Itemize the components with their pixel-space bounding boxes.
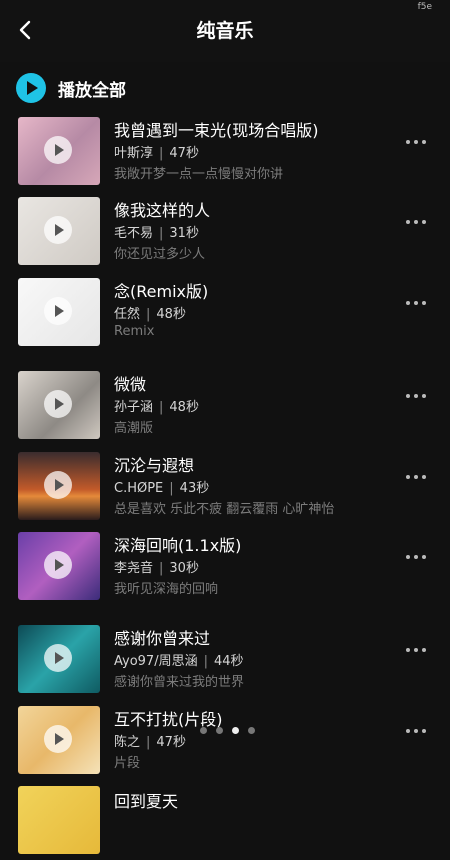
track-artist: Ayo97/周思涵 — [114, 654, 198, 669]
track-description: 片段 — [114, 756, 141, 771]
track-item[interactable]: 深海回响(1.1x版) 李尧音 | 30秒 我听见深海的回响 — [0, 532, 450, 606]
play-icon — [44, 136, 72, 164]
play-all-button[interactable]: 播放全部 — [16, 72, 126, 104]
play-icon — [44, 297, 72, 325]
track-duration: 47秒 — [169, 146, 199, 161]
track-item[interactable]: 互不打扰(片段) 陈之 | 47秒 片段 — [0, 706, 450, 780]
play-icon — [44, 644, 72, 672]
track-title: 像我这样的人 — [114, 201, 211, 220]
track-meta: 叶斯淳 | 47秒 — [114, 146, 199, 161]
track-meta: 任然 | 48秒 — [114, 307, 186, 322]
page-dot[interactable] — [216, 727, 223, 734]
page-dot-active[interactable] — [232, 727, 239, 734]
album-cover — [18, 371, 100, 439]
album-cover — [18, 117, 100, 185]
track-duration: 44秒 — [213, 654, 244, 669]
track-duration: 31秒 — [169, 226, 199, 241]
play-circle-icon — [16, 73, 46, 103]
more-options-button[interactable] — [406, 645, 430, 655]
track-description: 高潮版 — [114, 421, 154, 436]
track-artist: 毛不易 — [114, 226, 154, 241]
more-options-button[interactable] — [406, 298, 430, 308]
play-icon — [44, 471, 72, 499]
more-options-button[interactable] — [406, 472, 430, 482]
play-icon — [44, 216, 72, 244]
track-description: Remix — [114, 324, 155, 339]
track-duration: 30秒 — [169, 561, 199, 576]
track-description: 我敞开梦一点一点慢慢对你讲 — [114, 167, 284, 182]
album-cover — [18, 197, 100, 265]
page-indicator — [200, 727, 255, 734]
track-item[interactable]: 回到夏天 — [0, 786, 450, 860]
track-title: 深海回响(1.1x版) — [114, 536, 242, 555]
more-options-button[interactable] — [406, 726, 430, 736]
more-options-button[interactable] — [406, 391, 430, 401]
track-meta: 陈之 | 47秒 — [114, 735, 186, 750]
album-cover — [18, 532, 100, 600]
play-all-label: 播放全部 — [58, 80, 126, 101]
track-description: 总是喜欢 乐此不疲 翻云覆雨 心旷神怡 — [114, 502, 335, 517]
track-meta: 李尧音 | 30秒 — [114, 561, 199, 576]
track-item[interactable]: 我曾遇到一束光(现场合唱版) 叶斯淳 | 47秒 我敞开梦一点一点慢慢对你讲 — [0, 117, 450, 191]
album-cover — [18, 452, 100, 520]
play-icon — [44, 551, 72, 579]
track-item[interactable]: 感谢你曾来过 Ayo97/周思涵 | 44秒 感谢你曾来过我的世界 — [0, 625, 450, 699]
track-meta: 孙子涵 | 48秒 — [114, 400, 199, 415]
play-icon — [44, 390, 72, 418]
track-item[interactable]: 沉沦与遐想 C.HØPE | 43秒 总是喜欢 乐此不疲 翻云覆雨 心旷神怡 — [0, 452, 450, 526]
track-title: 沉沦与遐想 — [114, 456, 195, 475]
track-item[interactable]: 微微 孙子涵 | 48秒 高潮版 — [0, 371, 450, 445]
play-icon — [44, 725, 72, 753]
track-description: 你还见过多少人 — [114, 247, 206, 262]
track-artist: 孙子涵 — [114, 400, 154, 415]
track-title: 念(Remix版) — [114, 282, 209, 301]
album-cover — [18, 706, 100, 774]
track-artist: 陈之 — [114, 735, 141, 750]
album-cover — [18, 278, 100, 346]
more-options-button[interactable] — [406, 137, 430, 147]
track-meta: Ayo97/周思涵 | 44秒 — [114, 654, 244, 669]
track-artist: C.HØPE — [114, 481, 164, 496]
track-duration: 43秒 — [179, 481, 210, 496]
track-duration: 47秒 — [156, 735, 186, 750]
track-artist: 任然 — [114, 307, 141, 322]
track-item[interactable]: 念(Remix版) 任然 | 48秒 Remix — [0, 278, 450, 352]
album-cover — [18, 625, 100, 693]
track-title: 我曾遇到一束光(现场合唱版) — [114, 121, 319, 140]
track-duration: 48秒 — [156, 307, 186, 322]
track-meta: C.HØPE | 43秒 — [114, 481, 210, 496]
status-corner-text: f5e — [417, 2, 432, 12]
page-dot[interactable] — [248, 727, 255, 734]
track-item[interactable]: 像我这样的人 毛不易 | 31秒 你还见过多少人 — [0, 197, 450, 271]
more-options-button[interactable] — [406, 552, 430, 562]
more-options-button[interactable] — [406, 217, 430, 227]
top-bar: f5e 纯音乐 — [0, 0, 450, 62]
album-cover — [18, 786, 100, 854]
track-title: 感谢你曾来过 — [114, 629, 211, 648]
page-dot[interactable] — [200, 727, 207, 734]
track-meta: 毛不易 | 31秒 — [114, 226, 199, 241]
track-duration: 48秒 — [169, 400, 199, 415]
page-title: 纯音乐 — [196, 20, 254, 42]
track-description: 我听见深海的回响 — [114, 582, 219, 597]
track-artist: 李尧音 — [114, 561, 154, 576]
track-description: 感谢你曾来过我的世界 — [114, 675, 245, 690]
track-title: 微微 — [114, 375, 147, 394]
track-title: 回到夏天 — [114, 792, 179, 811]
track-artist: 叶斯淳 — [114, 146, 154, 161]
